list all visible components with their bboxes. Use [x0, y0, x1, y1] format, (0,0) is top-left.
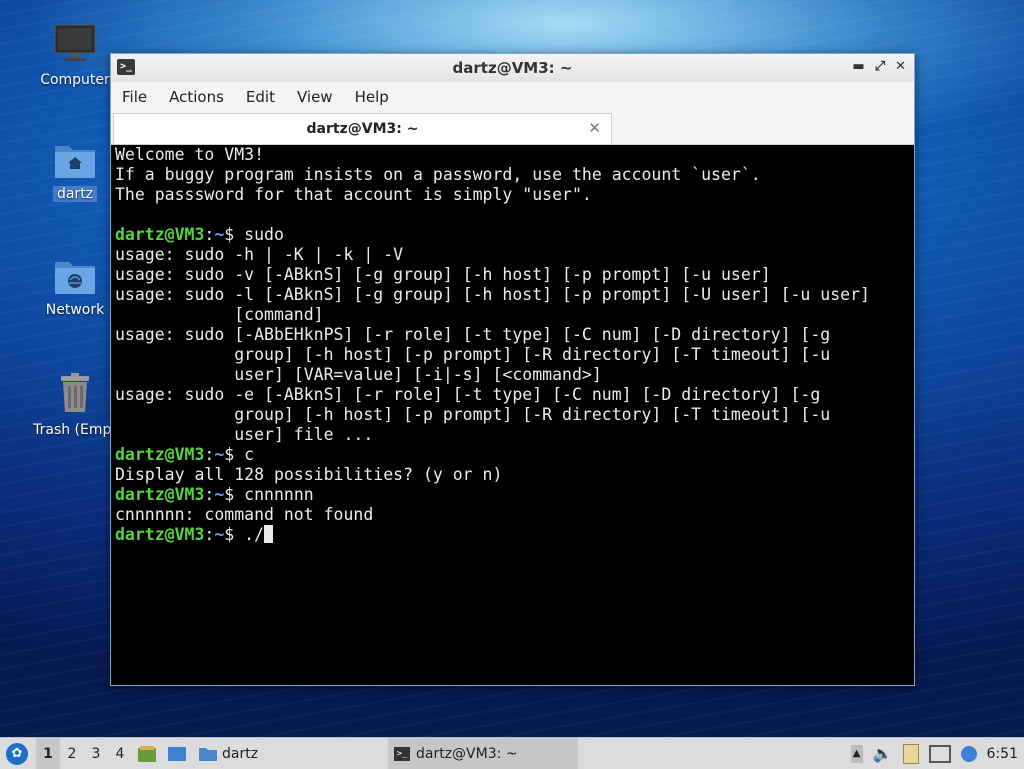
tab-close-icon[interactable]: ✕ — [588, 119, 601, 137]
desktop-icon-home[interactable]: dartz — [30, 140, 120, 202]
prompt-separator: : — [204, 445, 215, 464]
terminal-output-line: usage: sudo -v [-ABknS] [-g group] [-h h… — [115, 265, 771, 284]
tab-terminal[interactable]: dartz@VM3: ~ ✕ — [113, 113, 612, 144]
prompt-separator: : — [204, 225, 215, 244]
terminal-app-icon: >_ — [117, 59, 135, 75]
desktop-icon-trash[interactable]: Trash (Empt — [30, 372, 120, 438]
terminal-output-line: Welcome to VM3! — [115, 145, 265, 164]
prompt-command: c — [244, 445, 255, 464]
terminal-prompt-line: dartz@VM3:~$ cnnnnnn — [115, 485, 314, 504]
prompt-path: ~ — [214, 225, 225, 244]
prompt-symbol: $ — [224, 225, 245, 244]
prompt-symbol: $ — [224, 525, 245, 544]
terminal-output-line: Display all 128 possibilities? (y or n) — [115, 465, 503, 484]
menu-edit[interactable]: Edit — [235, 88, 286, 106]
desktop-icon-label: Computer — [40, 72, 110, 88]
system-tray: ▲ 🔈 6:51 — [850, 738, 1024, 769]
workspace-1[interactable]: 1 — [36, 738, 60, 769]
terminal-output[interactable]: Welcome to VM3! If a buggy program insis… — [114, 145, 911, 682]
notification-icon[interactable] — [960, 745, 977, 762]
terminal-prompt-line: dartz@VM3:~$ c — [115, 445, 254, 464]
terminal-output-line: usage: sudo [-ABbEHknPS] [-r role] [-t t… — [115, 325, 831, 344]
show-desktop-icon[interactable] — [166, 744, 188, 764]
menu-help[interactable]: Help — [344, 88, 400, 106]
tab-bar: dartz@VM3: ~ ✕ — [111, 112, 914, 145]
taskbar-task-file-manager[interactable]: dartz — [192, 738, 264, 769]
clock[interactable]: 6:51 — [987, 746, 1018, 762]
terminal-text: Welcome to VM3! If a buggy program insis… — [114, 145, 911, 545]
desktop-icon-network[interactable]: Network — [30, 256, 120, 318]
tab-label: dartz@VM3: ~ — [306, 121, 419, 137]
window-titlebar[interactable]: >_ dartz@VM3: ~ ▬ ⤢ ✕ — [111, 54, 914, 82]
minimize-icon[interactable]: ▬ — [852, 59, 864, 74]
prompt-command: sudo — [244, 225, 284, 244]
terminal-prompt-line: dartz@VM3:~$ ./ — [115, 525, 274, 544]
prompt-command: cnnnnnn — [244, 485, 314, 504]
clipboard-icon[interactable] — [902, 743, 919, 764]
taskbar: ✿ 1 2 3 4 dartz >_ dartz@VM3: ~ ▲ 🔈 6:51 — [0, 737, 1024, 769]
workspace-3[interactable]: 3 — [84, 738, 108, 769]
desktop-icon-computer[interactable]: Computer — [30, 22, 120, 88]
network-folder-icon — [55, 262, 95, 294]
prompt-separator: : — [204, 485, 215, 504]
terminal-output-line: The passsword for that account is simply… — [115, 185, 592, 204]
terminal-window: >_ dartz@VM3: ~ ▬ ⤢ ✕ File Actions Edit … — [110, 53, 915, 686]
taskbar-task-terminal[interactable]: >_ dartz@VM3: ~ — [388, 738, 578, 769]
terminal-output-line: usage: sudo -h | -K | -k | -V — [115, 245, 404, 264]
terminal-cursor — [264, 525, 274, 543]
menu-file[interactable]: File — [111, 88, 158, 106]
network-status-icon[interactable] — [928, 744, 951, 763]
menu-view[interactable]: View — [286, 88, 344, 106]
terminal-output-line: group] [-h host] [-p prompt] [-R directo… — [115, 405, 831, 424]
prompt-path: ~ — [214, 525, 225, 544]
desktop-icon-label: Trash (Empt — [33, 422, 117, 438]
prompt-separator: : — [204, 525, 215, 544]
workspace-2[interactable]: 2 — [60, 738, 84, 769]
maximize-icon[interactable]: ⤢ — [875, 59, 885, 74]
prompt-symbol: $ — [224, 445, 245, 464]
volume-icon[interactable]: 🔈 — [873, 744, 893, 763]
task-label: dartz@VM3: ~ — [416, 745, 518, 762]
terminal-output-line: [command] — [115, 305, 324, 324]
terminal-output-line: usage: sudo -e [-ABknS] [-r role] [-t ty… — [115, 385, 821, 404]
menu-actions[interactable]: Actions — [158, 88, 235, 106]
terminal-prompt-line: dartz@VM3:~$ sudo — [115, 225, 284, 244]
terminal-output-line: If a buggy program insists on a password… — [115, 165, 761, 184]
window-title: dartz@VM3: ~ — [452, 59, 573, 77]
terminal-task-icon: >_ — [394, 746, 410, 761]
menubar: File Actions Edit View Help — [111, 82, 914, 112]
prompt-user-host: dartz@VM3 — [115, 525, 205, 544]
terminal-output-line: user] file ... — [115, 425, 374, 444]
file-manager-launcher-icon[interactable] — [136, 744, 158, 764]
terminal-output-line: user] [VAR=value] [-i|-s] [<command>] — [115, 365, 602, 384]
prompt-path: ~ — [214, 445, 225, 464]
monitor-icon — [54, 24, 96, 61]
terminal-output-line: cnnnnnn: command not found — [115, 505, 374, 524]
trash-icon — [61, 373, 89, 412]
desktop-icon-label: dartz — [52, 186, 98, 202]
folder-icon — [199, 747, 217, 761]
tray-scroll-up-icon[interactable]: ▲ — [850, 744, 863, 763]
prompt-symbol: $ — [224, 485, 245, 504]
terminal-output-line: group] [-h host] [-p prompt] [-R directo… — [115, 345, 831, 364]
prompt-user-host: dartz@VM3 — [115, 225, 205, 244]
workspace-4[interactable]: 4 — [108, 738, 132, 769]
prompt-user-host: dartz@VM3 — [115, 445, 205, 464]
start-menu-icon[interactable]: ✿ — [6, 742, 28, 765]
prompt-user-host: dartz@VM3 — [115, 485, 205, 504]
task-label: dartz — [222, 745, 259, 762]
home-folder-icon — [55, 146, 95, 178]
prompt-path: ~ — [214, 485, 225, 504]
close-icon[interactable]: ✕ — [895, 59, 906, 74]
prompt-command: ./ — [244, 525, 265, 544]
desktop-icon-label: Network — [45, 302, 105, 318]
terminal-output-line: usage: sudo -l [-ABknS] [-g group] [-h h… — [115, 285, 870, 304]
